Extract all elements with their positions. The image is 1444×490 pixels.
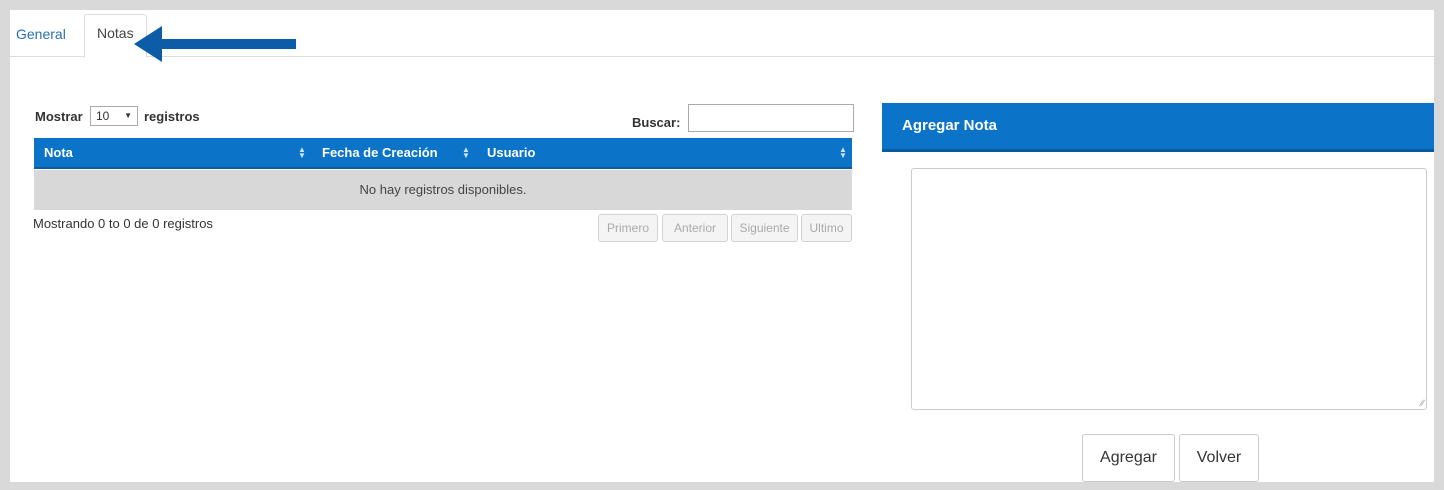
table-header: Nota ▲ ▼ Fecha de Creación ▲ ▼ Usuario ▲ ▼ — [34, 138, 852, 169]
back-button[interactable]: Volver — [1179, 434, 1259, 482]
show-label: Mostrar — [35, 109, 83, 124]
sort-icon[interactable]: ▲ ▼ — [298, 146, 306, 160]
tab-general[interactable]: General — [4, 14, 78, 58]
show-suffix-label: registros — [144, 109, 200, 124]
column-header-usuario[interactable]: Usuario — [487, 138, 535, 168]
resize-handle-icon[interactable]: ∕∕ — [1421, 399, 1424, 408]
sort-icon[interactable]: ▲ ▼ — [462, 146, 470, 160]
add-button[interactable]: Agregar — [1082, 434, 1175, 482]
table-empty-row: No hay registros disponibles. — [34, 170, 852, 210]
page-size-select[interactable]: 10 ▼ — [90, 106, 138, 126]
column-header-nota[interactable]: Nota — [44, 138, 73, 168]
search-label: Buscar: — [632, 115, 681, 130]
notes-panel: General Notas Mostrar 10 ▼ registros Bus… — [10, 10, 1434, 482]
next-page-button[interactable]: Siguiente — [731, 214, 798, 242]
column-header-fecha[interactable]: Fecha de Creación — [322, 138, 438, 168]
table-info: Mostrando 0 to 0 de 0 registros — [33, 216, 213, 231]
add-note-header: Agregar Nota — [882, 103, 1434, 152]
first-page-button[interactable]: Primero — [598, 214, 658, 242]
note-textarea[interactable]: ∕∕ — [911, 168, 1427, 410]
page-size-value: 10 — [96, 109, 110, 123]
sort-icon[interactable]: ▲ ▼ — [839, 146, 847, 160]
chevron-down-icon: ▼ — [124, 111, 132, 120]
previous-page-button[interactable]: Anterior — [662, 214, 728, 242]
arrow-left-icon — [134, 26, 296, 62]
last-page-button[interactable]: Ultimo — [801, 214, 852, 242]
search-input[interactable] — [688, 104, 854, 132]
tab-bar: General Notas — [10, 10, 1434, 62]
